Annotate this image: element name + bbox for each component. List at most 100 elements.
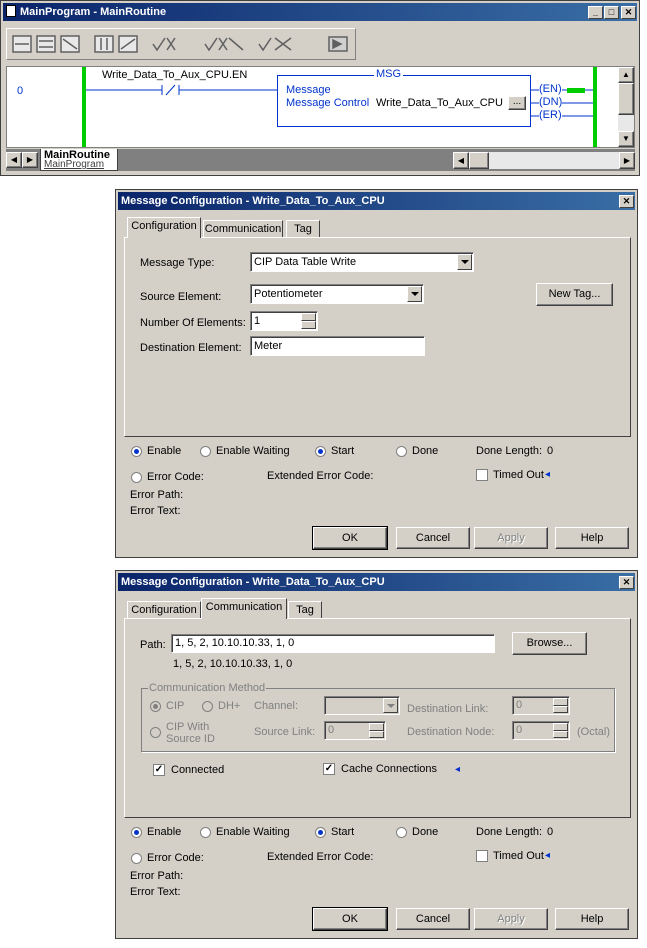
tab-communication[interactable]: Communication — [203, 220, 283, 238]
dialog2-title-bar[interactable]: Message Configuration - Write_Data_To_Au… — [118, 573, 635, 591]
hscroll-thumb[interactable] — [469, 152, 489, 169]
destination-node-stepper[interactable]: 0 — [512, 721, 570, 740]
message-control-value[interactable]: Write_Data_To_Aux_CPU — [376, 97, 503, 109]
enable-indicator — [131, 827, 142, 838]
branch-level-icon[interactable] — [60, 35, 80, 53]
dialog1-title-bar[interactable]: Message Configuration - Write_Data_To_Au… — [118, 192, 635, 210]
error-code-indicator — [131, 472, 142, 483]
hscroll-left-button[interactable]: ◀ — [453, 152, 469, 169]
tab-configuration[interactable]: Configuration — [127, 217, 201, 238]
destination-element-input[interactable]: Meter — [250, 336, 425, 356]
branch-icon[interactable] — [36, 35, 56, 53]
message-type-select[interactable]: CIP Data Table Write — [250, 252, 474, 272]
source-element-select[interactable]: Potentiometer — [250, 284, 424, 304]
spin-down[interactable] — [301, 321, 316, 329]
error-text-label: Error Text: — [130, 886, 181, 898]
verify-icon[interactable] — [152, 37, 176, 52]
scroll-down-button[interactable]: ▼ — [618, 131, 634, 147]
message-config-dialog-communication: Message Configuration - Write_Data_To_Au… — [115, 570, 638, 939]
path-input[interactable]: 1, 5, 2, 10.10.10.33, 1, 0 — [171, 634, 495, 653]
app-icon — [6, 5, 16, 17]
source-link-stepper[interactable]: 0 — [324, 721, 386, 740]
source-element-label: Source Element: — [140, 291, 222, 303]
verify-routine-icon[interactable] — [204, 37, 244, 52]
chevron-down-icon[interactable] — [457, 254, 472, 270]
cache-connections-label: Cache Connections — [341, 763, 438, 775]
path-display: 1, 5, 2, 10.10.10.33, 1, 0 — [173, 658, 293, 670]
done-length-label: Done Length: — [476, 826, 543, 838]
spin-down[interactable] — [553, 705, 568, 713]
help-button[interactable]: Help — [555, 908, 629, 930]
vertical-scroll-thumb[interactable] — [618, 83, 634, 115]
error-code-indicator — [131, 853, 142, 864]
start-label: Start — [331, 445, 355, 457]
cip-radio[interactable] — [150, 701, 161, 712]
spin-down[interactable] — [553, 730, 568, 738]
done-label: Done — [412, 826, 439, 838]
tab-scroll-left[interactable]: ◀ — [6, 152, 22, 168]
done-label: Done — [412, 445, 439, 457]
communication-method-label: Communication Method — [148, 682, 267, 694]
chevron-down-icon[interactable] — [383, 698, 398, 713]
vertical-scrollbar[interactable]: ▲ ▼ — [618, 67, 634, 147]
apply-button[interactable]: Apply — [474, 908, 548, 930]
connected-checkbox[interactable]: ✓ — [153, 764, 165, 776]
browse-button[interactable]: Browse... — [512, 632, 587, 655]
routine-tab[interactable]: MainRoutine MainProgram — [40, 149, 118, 171]
rung-icon[interactable] — [12, 35, 32, 53]
cache-connections-checkbox[interactable]: ✓ — [323, 763, 335, 775]
ok-button[interactable]: OK — [312, 907, 388, 931]
tab-tag[interactable]: Tag — [288, 601, 322, 619]
ok-button[interactable]: OK — [312, 526, 388, 550]
xic-icon[interactable] — [94, 35, 114, 53]
minimize-button[interactable]: _ — [588, 6, 603, 19]
apply-button[interactable]: Apply — [474, 527, 548, 549]
new-tag-button[interactable]: New Tag... — [536, 283, 613, 306]
message-control-label: Message Control — [286, 97, 370, 109]
hscroll-right-button[interactable]: ▶ — [619, 152, 635, 169]
chevron-down-icon[interactable] — [407, 286, 422, 302]
horizontal-scrollbar[interactable]: ◀ ▶ — [453, 152, 635, 169]
destination-link-label: Destination Link: — [407, 703, 489, 715]
spin-up[interactable] — [301, 313, 316, 321]
accept-edits-icon[interactable] — [258, 37, 292, 52]
scroll-up-button[interactable]: ▲ — [618, 67, 634, 83]
finalize-edits-icon[interactable] — [328, 36, 348, 52]
timed-out-label: Timed Out — [493, 469, 544, 481]
arrow-left-icon: ◂ — [545, 850, 551, 861]
dialog2-close-button[interactable]: ✕ — [619, 576, 634, 589]
enable-waiting-indicator — [200, 446, 211, 457]
msg-instruction-block[interactable]: MSG Message Message Control Write_Data_T… — [277, 68, 531, 127]
error-path-label: Error Path: — [130, 489, 184, 501]
tab-communication[interactable]: Communication — [201, 598, 287, 619]
enable-waiting-indicator — [200, 827, 211, 838]
num-elements-stepper[interactable]: 1 — [250, 311, 318, 331]
cancel-button[interactable]: Cancel — [396, 527, 470, 549]
xio-icon[interactable] — [118, 35, 138, 53]
channel-select[interactable] — [324, 696, 400, 715]
destination-link-stepper[interactable]: 0 — [512, 696, 570, 715]
spin-up[interactable] — [369, 723, 384, 731]
ladder-title-bar[interactable]: MainProgram - MainRoutine _ □ ✕ — [3, 3, 637, 21]
tab-configuration[interactable]: Configuration — [127, 601, 201, 619]
message-config-ellipsis-button[interactable]: ... — [508, 96, 526, 110]
ladder-toolbar — [6, 28, 356, 60]
ladder-editor[interactable]: 0 Write_Data_To_Aux_CPU.EN MSG Message M… — [6, 66, 635, 148]
cip-with-source-id-label-2: Source ID — [166, 733, 215, 745]
spin-up[interactable] — [553, 723, 568, 731]
spin-up[interactable] — [553, 698, 568, 706]
tab-scroll-right[interactable]: ▶ — [22, 152, 38, 168]
error-code-label: Error Code: — [147, 471, 204, 483]
tab-tag[interactable]: Tag — [286, 220, 320, 238]
help-button[interactable]: Help — [555, 527, 629, 549]
dhplus-radio[interactable] — [202, 701, 213, 712]
arrow-left-icon: ◂ — [545, 469, 551, 480]
maximize-button[interactable]: □ — [604, 6, 619, 19]
dialog1-close-button[interactable]: ✕ — [619, 195, 634, 208]
cip-with-source-id-radio[interactable] — [150, 727, 161, 738]
close-button[interactable]: ✕ — [621, 6, 636, 19]
cancel-button[interactable]: Cancel — [396, 908, 470, 930]
enable-indicator — [131, 446, 142, 457]
message-label: Message — [286, 84, 331, 96]
spin-down[interactable] — [369, 730, 384, 738]
